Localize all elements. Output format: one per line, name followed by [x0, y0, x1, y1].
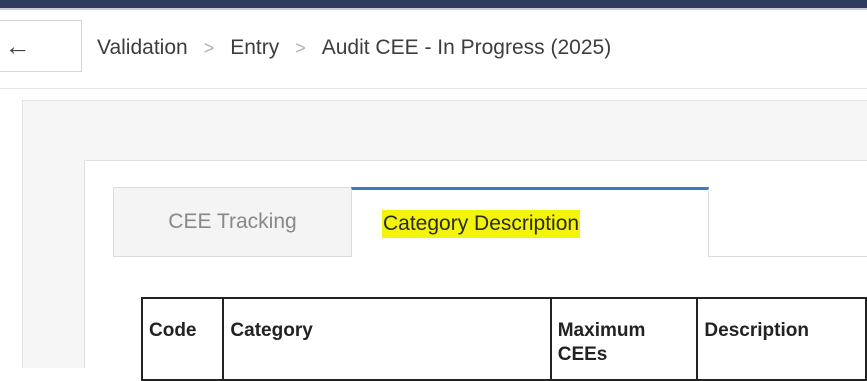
breadcrumb-separator: > [295, 37, 306, 58]
top-accent-shadow [0, 8, 867, 10]
breadcrumb-item-validation[interactable]: Validation [97, 36, 188, 60]
breadcrumb-separator: > [203, 37, 215, 58]
breadcrumb-item-entry[interactable]: Entry [230, 36, 279, 60]
tab-category-description[interactable]: Category Description [351, 187, 709, 257]
header-divider [0, 88, 867, 89]
breadcrumb-item-current: Audit CEE - In Progress (2025) [321, 36, 612, 59]
breadcrumb: Validation > Entry > Audit CEE - In Prog… [97, 33, 611, 63]
category-table: Code Category Maximum CEEs Description [140, 297, 867, 381]
back-button[interactable]: ← [0, 20, 82, 72]
arrow-left-icon: ← [4, 31, 31, 61]
tab-baseline [709, 256, 867, 257]
top-accent-bar [0, 0, 867, 8]
tab-label: Category Description [382, 209, 581, 238]
tab-cee-tracking[interactable]: CEE Tracking [113, 187, 352, 257]
tab-label: CEE Tracking [168, 210, 297, 233]
